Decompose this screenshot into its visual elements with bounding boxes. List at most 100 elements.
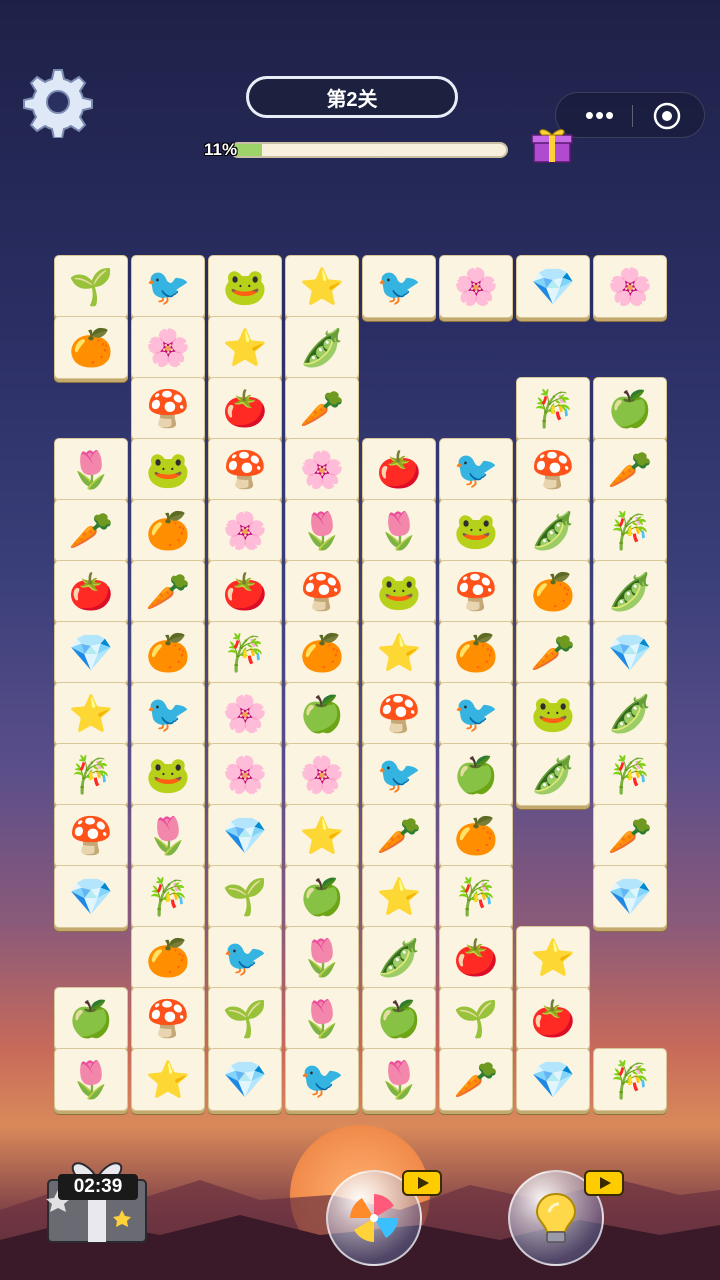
tile[interactable]: 💎: [54, 621, 128, 684]
tile[interactable]: 🍄: [439, 560, 513, 623]
tile[interactable]: 🌸: [208, 682, 282, 745]
tile[interactable]: 🥕: [285, 377, 359, 440]
tile[interactable]: 🍊: [516, 560, 590, 623]
tile[interactable]: 🎋: [439, 865, 513, 928]
tile[interactable]: ⭐: [516, 926, 590, 989]
tile[interactable]: 🍊: [439, 621, 513, 684]
tile[interactable]: 🐦: [285, 1048, 359, 1111]
tile[interactable]: 🐸: [208, 255, 282, 318]
tile[interactable]: 🎋: [54, 743, 128, 806]
tile[interactable]: 🍊: [131, 499, 205, 562]
tile[interactable]: 🐦: [439, 438, 513, 501]
tile[interactable]: 💎: [516, 255, 590, 318]
tile[interactable]: 🐦: [362, 255, 436, 318]
tile[interactable]: 🍊: [285, 621, 359, 684]
tile[interactable]: 🍏: [593, 377, 667, 440]
tile[interactable]: 🌸: [285, 743, 359, 806]
tile[interactable]: 💎: [208, 804, 282, 867]
tile[interactable]: 🐦: [131, 255, 205, 318]
tile[interactable]: 🐸: [131, 743, 205, 806]
tile[interactable]: 🍅: [362, 438, 436, 501]
tile[interactable]: ⭐: [54, 682, 128, 745]
tile[interactable]: 🫛: [516, 499, 590, 562]
tile[interactable]: 🍊: [131, 926, 205, 989]
tile[interactable]: 🍄: [131, 377, 205, 440]
tile[interactable]: 🎋: [593, 1048, 667, 1111]
tile[interactable]: 🐦: [208, 926, 282, 989]
tile[interactable]: 🍄: [208, 438, 282, 501]
tile[interactable]: 🥕: [439, 1048, 513, 1111]
tile[interactable]: 🐸: [362, 560, 436, 623]
tile[interactable]: 🌷: [285, 499, 359, 562]
tile[interactable]: 🌸: [285, 438, 359, 501]
tile[interactable]: 🌸: [593, 255, 667, 318]
tile[interactable]: 🥕: [593, 438, 667, 501]
tile[interactable]: ⭐: [131, 1048, 205, 1111]
tile[interactable]: 🥕: [593, 804, 667, 867]
tile[interactable]: 🐦: [439, 682, 513, 745]
tile[interactable]: 💎: [516, 1048, 590, 1111]
tile[interactable]: 🥕: [516, 621, 590, 684]
tile[interactable]: 🎋: [593, 743, 667, 806]
tile[interactable]: 🌷: [285, 926, 359, 989]
tile[interactable]: 🍄: [516, 438, 590, 501]
tile[interactable]: ⭐: [285, 255, 359, 318]
tile[interactable]: 🐦: [362, 743, 436, 806]
tile[interactable]: 🐸: [439, 499, 513, 562]
tile[interactable]: 🌸: [131, 316, 205, 379]
tile[interactable]: 🍏: [54, 987, 128, 1050]
tile[interactable]: 🍏: [439, 743, 513, 806]
tile[interactable]: 🌸: [208, 743, 282, 806]
tile[interactable]: 🍊: [54, 316, 128, 379]
tile[interactable]: 🌷: [285, 987, 359, 1050]
tile[interactable]: 🌸: [208, 499, 282, 562]
tile[interactable]: 🎋: [593, 499, 667, 562]
tile[interactable]: 🍏: [285, 865, 359, 928]
tile[interactable]: 🌷: [131, 804, 205, 867]
tile[interactable]: 🫛: [516, 743, 590, 806]
tile[interactable]: ⭐: [362, 865, 436, 928]
tile[interactable]: 🍄: [285, 560, 359, 623]
tile[interactable]: 💎: [54, 865, 128, 928]
tile[interactable]: 🍏: [362, 987, 436, 1050]
tile[interactable]: 🍅: [439, 926, 513, 989]
tile[interactable]: 🍊: [131, 621, 205, 684]
tile[interactable]: 🍅: [54, 560, 128, 623]
tile[interactable]: 🌷: [362, 1048, 436, 1111]
tile[interactable]: ⭐: [362, 621, 436, 684]
tile[interactable]: 🌷: [54, 1048, 128, 1111]
tile[interactable]: 🫛: [593, 560, 667, 623]
tile[interactable]: 🌷: [362, 499, 436, 562]
tile[interactable]: 🌱: [439, 987, 513, 1050]
tile[interactable]: 🥕: [131, 560, 205, 623]
tile[interactable]: 💎: [593, 621, 667, 684]
tile[interactable]: 🍄: [54, 804, 128, 867]
tile[interactable]: 🐸: [516, 682, 590, 745]
tile[interactable]: 🍏: [285, 682, 359, 745]
tile[interactable]: 🌱: [208, 987, 282, 1050]
tile[interactable]: 💎: [208, 1048, 282, 1111]
tile[interactable]: 🎋: [131, 865, 205, 928]
tile[interactable]: 🌱: [208, 865, 282, 928]
tile[interactable]: 🎋: [208, 621, 282, 684]
tile[interactable]: 🌱: [54, 255, 128, 318]
tile[interactable]: 🫛: [362, 926, 436, 989]
tile[interactable]: 🍄: [362, 682, 436, 745]
tile[interactable]: 🌸: [439, 255, 513, 318]
tile[interactable]: 🌷: [54, 438, 128, 501]
tile[interactable]: 🍄: [131, 987, 205, 1050]
tile[interactable]: 🥕: [54, 499, 128, 562]
tile[interactable]: 🍅: [208, 377, 282, 440]
tile[interactable]: 💎: [593, 865, 667, 928]
tile[interactable]: ⭐: [208, 316, 282, 379]
tile[interactable]: 🎋: [516, 377, 590, 440]
tile[interactable]: 🍅: [516, 987, 590, 1050]
tile[interactable]: 🫛: [593, 682, 667, 745]
tile[interactable]: 🍅: [208, 560, 282, 623]
tile[interactable]: 🍊: [439, 804, 513, 867]
tile[interactable]: 🫛: [285, 316, 359, 379]
tile[interactable]: 🐦: [131, 682, 205, 745]
tile[interactable]: ⭐: [285, 804, 359, 867]
tile[interactable]: 🐸: [131, 438, 205, 501]
tile[interactable]: 🥕: [362, 804, 436, 867]
